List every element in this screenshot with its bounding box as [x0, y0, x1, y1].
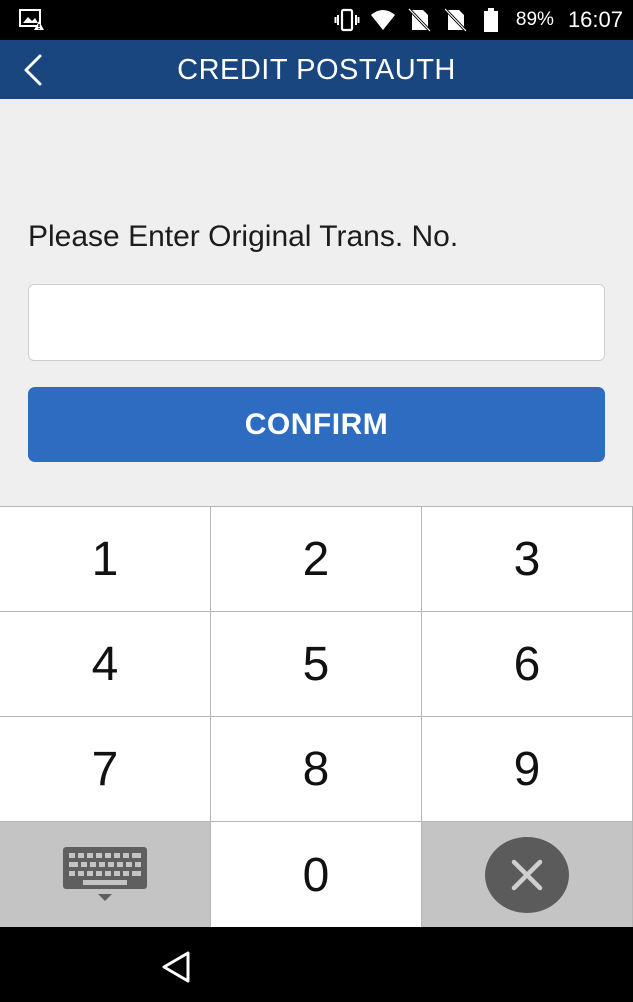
status-bar: 89% 16:07 — [0, 0, 633, 40]
trans-no-prompt: Please Enter Original Trans. No. — [28, 220, 459, 253]
delete-circle — [485, 837, 569, 913]
app-header: CREDIT POSTAUTH — [0, 40, 633, 99]
no-sim-icon — [407, 7, 431, 33]
close-icon — [511, 859, 543, 891]
no-sim-icon-2 — [443, 7, 467, 33]
keyboard-toggle-key[interactable] — [0, 822, 211, 928]
wifi-icon — [370, 10, 395, 30]
numeric-keypad: 1 2 3 4 5 6 7 8 9 0 — [0, 506, 633, 928]
clock: 16:07 — [567, 7, 623, 32]
key-2[interactable]: 2 — [211, 507, 422, 612]
confirm-button[interactable]: CONFIRM — [28, 387, 605, 462]
page-title: CREDIT POSTAUTH — [177, 54, 456, 86]
key-6[interactable]: 6 — [422, 612, 633, 717]
key-0[interactable]: 0 — [211, 822, 422, 928]
battery-icon — [483, 8, 498, 32]
key-1[interactable]: 1 — [0, 507, 211, 612]
status-icons: 89% 16:07 — [334, 0, 623, 40]
battery-percent: 89% — [515, 9, 554, 30]
vibrate-icon — [334, 8, 360, 32]
key-8[interactable]: 8 — [211, 717, 422, 822]
nav-back-triangle-icon[interactable] — [158, 949, 194, 985]
system-nav-bar — [0, 927, 633, 1002]
key-4[interactable]: 4 — [0, 612, 211, 717]
key-5[interactable]: 5 — [211, 612, 422, 717]
keyboard-icon — [63, 847, 147, 901]
delete-key[interactable] — [422, 822, 633, 928]
key-9[interactable]: 9 — [422, 717, 633, 822]
trans-no-input[interactable] — [28, 284, 605, 361]
image-warning-icon — [19, 9, 44, 30]
key-7[interactable]: 7 — [0, 717, 211, 822]
key-3[interactable]: 3 — [422, 507, 633, 612]
